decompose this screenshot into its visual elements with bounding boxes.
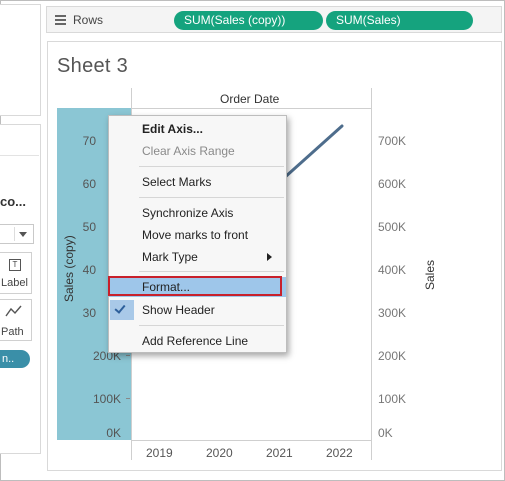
header-border-top bbox=[131, 108, 371, 109]
right-axis-tick: 100K bbox=[378, 392, 407, 406]
right-axis-tick: 500K bbox=[378, 220, 407, 234]
right-axis-tick: 400K bbox=[378, 263, 407, 277]
context-menu: Edit Axis... Clear Axis Range Select Mar… bbox=[108, 115, 287, 353]
sheet-title: Sheet 3 bbox=[57, 55, 129, 77]
path-button[interactable]: Path bbox=[0, 299, 32, 341]
pages-card bbox=[0, 4, 41, 116]
left-axis-tick: 50 bbox=[82, 220, 96, 234]
right-axis-tick: 300K bbox=[378, 306, 407, 320]
left-axis-tick: 40 bbox=[82, 263, 96, 277]
menu-item-select-marks[interactable]: Select Marks bbox=[109, 172, 286, 192]
rows-pill-sales[interactable]: SUM(Sales) bbox=[326, 11, 473, 30]
label-icon: T bbox=[9, 259, 21, 271]
menu-item-clear-axis-range[interactable]: Clear Axis Range bbox=[109, 141, 286, 161]
label-button[interactable]: T Label bbox=[0, 252, 32, 294]
plot-right-border bbox=[371, 88, 372, 460]
menu-separator bbox=[139, 325, 284, 326]
right-axis-tick: 200K bbox=[378, 349, 407, 363]
tick-mark bbox=[126, 355, 130, 356]
label-button-text: Label bbox=[1, 277, 28, 289]
menu-item-add-reference-line[interactable]: Add Reference Line bbox=[109, 331, 286, 351]
column-header-title: Order Date bbox=[220, 92, 280, 106]
left-axis-tick: 70 bbox=[82, 134, 96, 148]
left-axis-tick: 60 bbox=[82, 177, 96, 191]
year-label: 2022 bbox=[326, 446, 353, 460]
menu-separator bbox=[139, 197, 284, 198]
right-axis-tick: 0K bbox=[378, 426, 393, 440]
submenu-arrow-icon bbox=[267, 253, 272, 261]
menu-item-show-header-label: Show Header bbox=[142, 303, 215, 317]
menu-separator bbox=[139, 271, 284, 272]
menu-separator bbox=[139, 166, 284, 167]
chevron-down-icon bbox=[19, 232, 27, 237]
right-axis-tick: 700K bbox=[378, 134, 407, 148]
menu-item-synchronize-axis[interactable]: Synchronize Axis bbox=[109, 203, 286, 223]
menu-item-edit-axis[interactable]: Edit Axis... bbox=[109, 119, 286, 139]
divider bbox=[0, 155, 39, 156]
left-panel: co... T Label Path n.. bbox=[0, 0, 42, 481]
year-label: 2019 bbox=[146, 446, 173, 460]
rows-shelf-label: Rows bbox=[73, 13, 104, 27]
rows-icon bbox=[55, 15, 66, 25]
menu-item-mark-type[interactable]: Mark Type bbox=[109, 247, 286, 267]
right-axis-title: Sales bbox=[423, 259, 437, 290]
tick-mark bbox=[126, 398, 130, 399]
menu-item-mark-type-label: Mark Type bbox=[142, 250, 198, 264]
menu-item-move-marks-to-front[interactable]: Move marks to front bbox=[109, 225, 286, 245]
marks-field-pill[interactable]: n.. bbox=[0, 350, 30, 368]
path-button-text: Path bbox=[1, 326, 24, 338]
year-label: 2020 bbox=[206, 446, 233, 460]
rows-shelf: Rows SUM(Sales (copy)) SUM(Sales) bbox=[46, 6, 502, 33]
mark-type-dropdown[interactable] bbox=[0, 224, 34, 244]
left-axis-tick: 30 bbox=[82, 306, 96, 320]
year-label: 2021 bbox=[266, 446, 293, 460]
menu-item-show-header[interactable]: Show Header bbox=[109, 300, 286, 320]
format-highlight-outline bbox=[108, 276, 282, 296]
left-axis-tick: 100K bbox=[92, 392, 121, 406]
plot-bottom-border bbox=[131, 440, 371, 441]
marks-card-title: co... bbox=[0, 194, 27, 209]
dropdown-separator bbox=[14, 227, 15, 241]
left-axis-tick: 0K bbox=[106, 426, 121, 440]
rows-pill-sales-copy[interactable]: SUM(Sales (copy)) bbox=[174, 11, 323, 30]
path-icon bbox=[5, 305, 22, 317]
right-axis-tick: 600K bbox=[378, 177, 407, 191]
